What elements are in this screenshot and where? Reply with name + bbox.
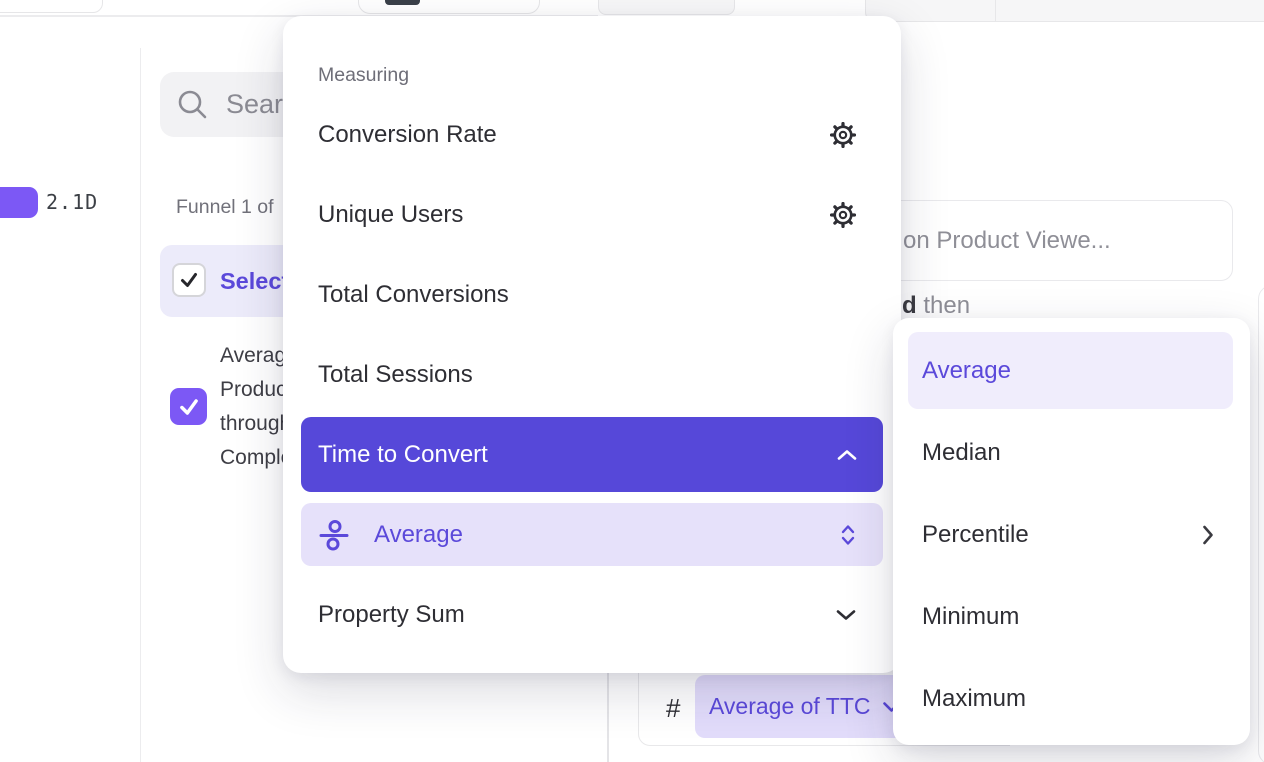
measuring-header: Measuring — [318, 64, 409, 87]
agg-item-percentile[interactable]: Percentile — [893, 494, 1250, 576]
metric-description-line: Completed — [220, 441, 283, 475]
average-divide-icon — [318, 519, 350, 551]
menu-item-label: Time to Convert — [318, 441, 488, 469]
menu-item-unique-users[interactable]: Unique Users — [283, 175, 901, 255]
checkmark-icon — [177, 395, 201, 419]
event-card-label: on Product Viewe... — [903, 200, 1111, 281]
agg-item-maximum[interactable]: Maximum — [893, 658, 1250, 740]
next-card-corner — [1258, 285, 1264, 762]
menu-item-label: Property Sum — [318, 601, 465, 629]
menu-item-time-to-convert[interactable]: Time to Convert — [301, 417, 883, 492]
chevron-down-icon — [836, 609, 856, 621]
funnel-step-tag[interactable] — [0, 187, 38, 218]
agg-item-median[interactable]: Median — [893, 412, 1250, 494]
metric-type-symbol: # — [666, 672, 680, 745]
gear-icon[interactable] — [830, 122, 856, 148]
toolbar-dark-icon — [385, 0, 420, 5]
metric-description: Average Product through Completed — [220, 339, 283, 476]
funnel-step-tag-label: 2.1D — [46, 187, 98, 218]
agg-item-label: Median — [922, 439, 1001, 467]
agg-item-average[interactable]: Average — [908, 332, 1233, 409]
agg-item-minimum[interactable]: Minimum — [893, 576, 1250, 658]
menu-item-label: Average — [374, 521, 463, 549]
sort-updown-icon — [839, 523, 857, 547]
top-button-secondary[interactable] — [598, 0, 735, 15]
agg-item-label: Percentile — [922, 521, 1029, 549]
agg-item-label: Maximum — [922, 685, 1026, 713]
metric-description-line: through — [220, 407, 283, 441]
search-icon — [176, 88, 210, 122]
chevron-up-icon — [837, 449, 857, 461]
chevron-right-icon — [1202, 525, 1214, 545]
menu-item-label: Total Conversions — [318, 281, 509, 309]
menu-item-label: Total Sessions — [318, 361, 473, 389]
menu-item-property-sum[interactable]: Property Sum — [283, 575, 901, 655]
gear-icon[interactable] — [830, 202, 856, 228]
metric-checkbox[interactable] — [170, 388, 207, 425]
menu-item-label: Conversion Rate — [318, 121, 497, 149]
measuring-dropdown: Measuring Conversion Rate Unique Users — [283, 16, 901, 673]
metric-pill[interactable]: Average of TTC — [695, 675, 907, 738]
menu-item-total-sessions[interactable]: Total Sessions — [283, 335, 901, 415]
and-then-rest: then — [917, 292, 970, 319]
agg-item-label: Minimum — [922, 603, 1019, 631]
metric-description-line: Product — [220, 373, 283, 407]
app-root: 2.1D Funnel 1 of Selected Average Produc… — [0, 0, 1264, 762]
checkmark-icon — [178, 269, 200, 291]
funnel-counter-label: Funnel 1 of — [176, 196, 274, 219]
menu-item-conversion-rate[interactable]: Conversion Rate — [283, 95, 901, 175]
menu-item-average-aggregation[interactable]: Average — [301, 503, 883, 566]
left-panel-divider — [140, 48, 142, 762]
menu-item-total-conversions[interactable]: Total Conversions — [283, 255, 901, 335]
metric-pill-label: Average of TTC — [709, 693, 871, 720]
step-checkbox[interactable] — [172, 263, 206, 297]
top-right-tab-right[interactable] — [995, 0, 1264, 22]
aggregation-dropdown: Average Median Percentile Minimum Maximu… — [893, 318, 1250, 745]
metric-description-line: Average — [220, 339, 283, 373]
top-left-partial-card[interactable] — [0, 0, 103, 13]
menu-item-label: Unique Users — [318, 201, 463, 229]
agg-item-label: Average — [922, 357, 1011, 385]
